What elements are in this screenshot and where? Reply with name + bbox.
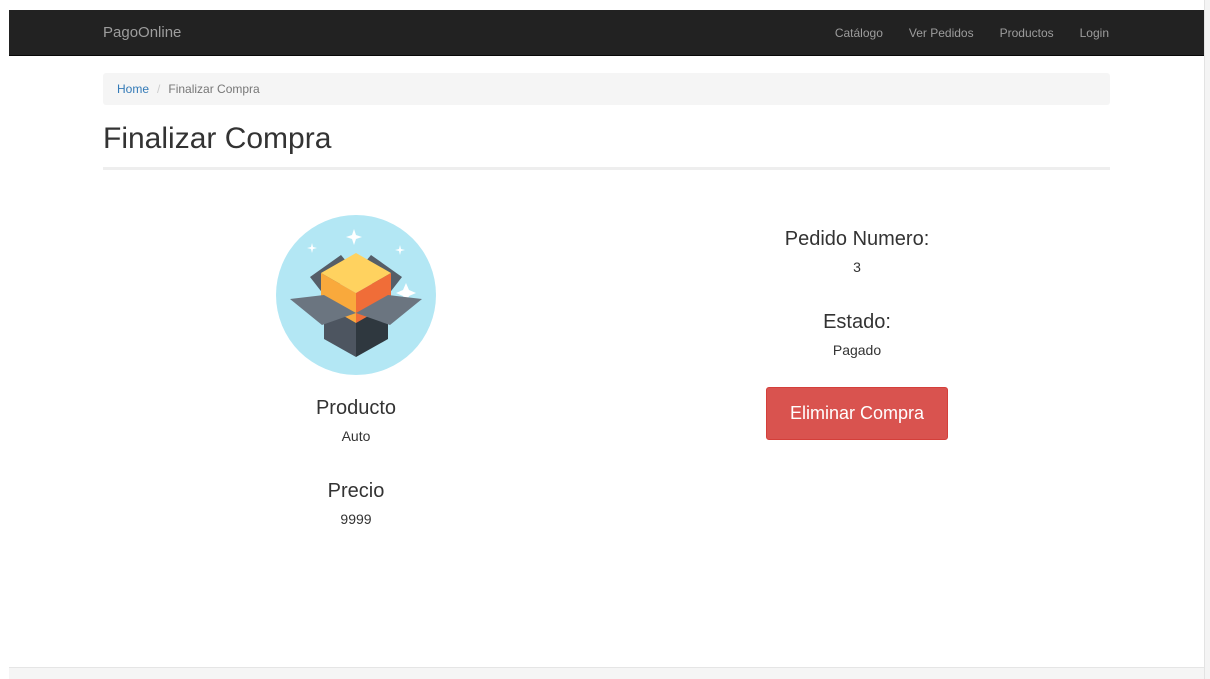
- title-divider: [103, 167, 1110, 170]
- breadcrumb-separator: /: [157, 82, 161, 96]
- page-footer: [9, 667, 1204, 679]
- nav-links: Catálogo Ver Pedidos Productos Login: [809, 26, 1109, 40]
- order-status-value: Pagado: [832, 342, 882, 358]
- window-scrollbar[interactable]: [1204, 0, 1210, 679]
- nav-link-ver-pedidos[interactable]: Ver Pedidos: [909, 26, 974, 40]
- breadcrumb: Home / Finalizar Compra: [103, 73, 1110, 105]
- top-navbar: PagoOnline Catálogo Ver Pedidos Producto…: [9, 10, 1204, 56]
- nav-link-login[interactable]: Login: [1080, 26, 1109, 40]
- page-title: Finalizar Compra: [103, 122, 332, 155]
- order-status-label: Estado:: [823, 311, 891, 333]
- product-value: Auto: [341, 428, 371, 444]
- order-panel: Pedido Numero: 3 Estado: Pagado Eliminar…: [707, 228, 1007, 440]
- order-number-label: Pedido Numero:: [784, 228, 930, 250]
- open-box-icon: [276, 215, 436, 375]
- breadcrumb-current: Finalizar Compra: [168, 82, 260, 96]
- product-panel: Producto Auto Precio 9999: [206, 215, 506, 527]
- breadcrumb-home-link[interactable]: Home: [117, 82, 149, 96]
- delete-purchase-button[interactable]: Eliminar Compra: [766, 387, 948, 440]
- price-label: Precio: [327, 480, 385, 502]
- brand-link[interactable]: PagoOnline: [103, 24, 181, 41]
- window-left-edge: [0, 0, 9, 679]
- nav-link-catalogo[interactable]: Catálogo: [835, 26, 883, 40]
- price-value: 9999: [340, 511, 372, 527]
- product-label: Producto: [315, 397, 397, 419]
- nav-link-productos[interactable]: Productos: [1000, 26, 1054, 40]
- order-number-value: 3: [853, 259, 861, 275]
